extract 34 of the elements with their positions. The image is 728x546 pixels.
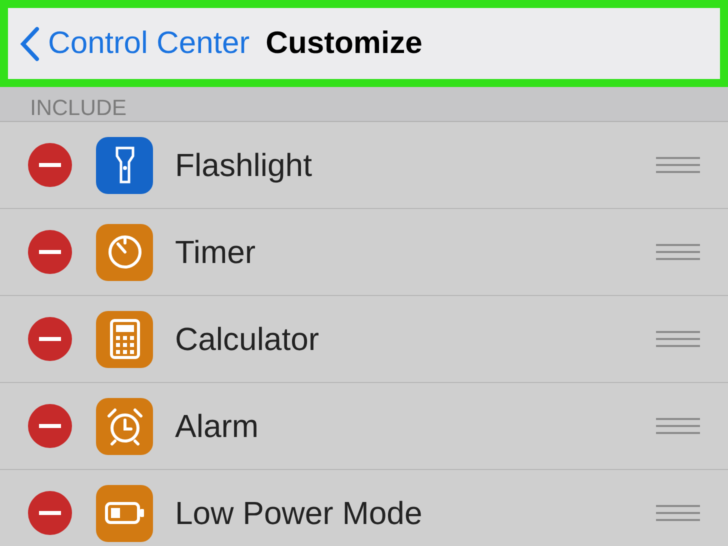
drag-handle-icon[interactable] xyxy=(656,331,700,347)
drag-handle-icon[interactable] xyxy=(656,505,700,521)
minus-icon xyxy=(39,511,61,515)
page-title: Customize xyxy=(266,24,422,62)
battery-icon xyxy=(104,502,144,524)
remove-button[interactable] xyxy=(28,317,72,361)
item-label: Flashlight xyxy=(175,146,313,185)
remove-button[interactable] xyxy=(28,491,72,535)
item-label: Low Power Mode xyxy=(175,494,424,533)
remove-button[interactable] xyxy=(28,404,72,448)
remove-button[interactable] xyxy=(28,143,72,187)
list-row[interactable]: Calculator xyxy=(0,296,728,383)
chevron-left-icon xyxy=(20,26,40,62)
minus-icon xyxy=(39,424,61,428)
list-row[interactable]: Timer xyxy=(0,209,728,296)
item-label: Timer xyxy=(175,233,257,272)
back-button[interactable]: Control Center xyxy=(20,20,250,67)
drag-handle-icon[interactable] xyxy=(656,418,700,434)
list-row[interactable]: Alarm xyxy=(0,383,728,470)
item-label: Calculator xyxy=(175,320,320,359)
section-header: INCLUDE xyxy=(30,97,127,119)
calculator-icon xyxy=(110,319,140,359)
timer-icon xyxy=(106,233,144,271)
remove-button[interactable] xyxy=(28,230,72,274)
list-row[interactable]: Low Power Mode xyxy=(0,470,728,546)
alarm-clock-icon xyxy=(104,406,144,446)
flashlight-icon xyxy=(114,146,134,184)
minus-icon xyxy=(39,337,61,341)
list-row[interactable]: Flashlight xyxy=(0,122,728,209)
drag-handle-icon[interactable] xyxy=(656,157,700,173)
item-label: Alarm xyxy=(175,407,260,446)
minus-icon xyxy=(39,163,61,167)
drag-handle-icon[interactable] xyxy=(656,244,700,260)
minus-icon xyxy=(39,250,61,254)
